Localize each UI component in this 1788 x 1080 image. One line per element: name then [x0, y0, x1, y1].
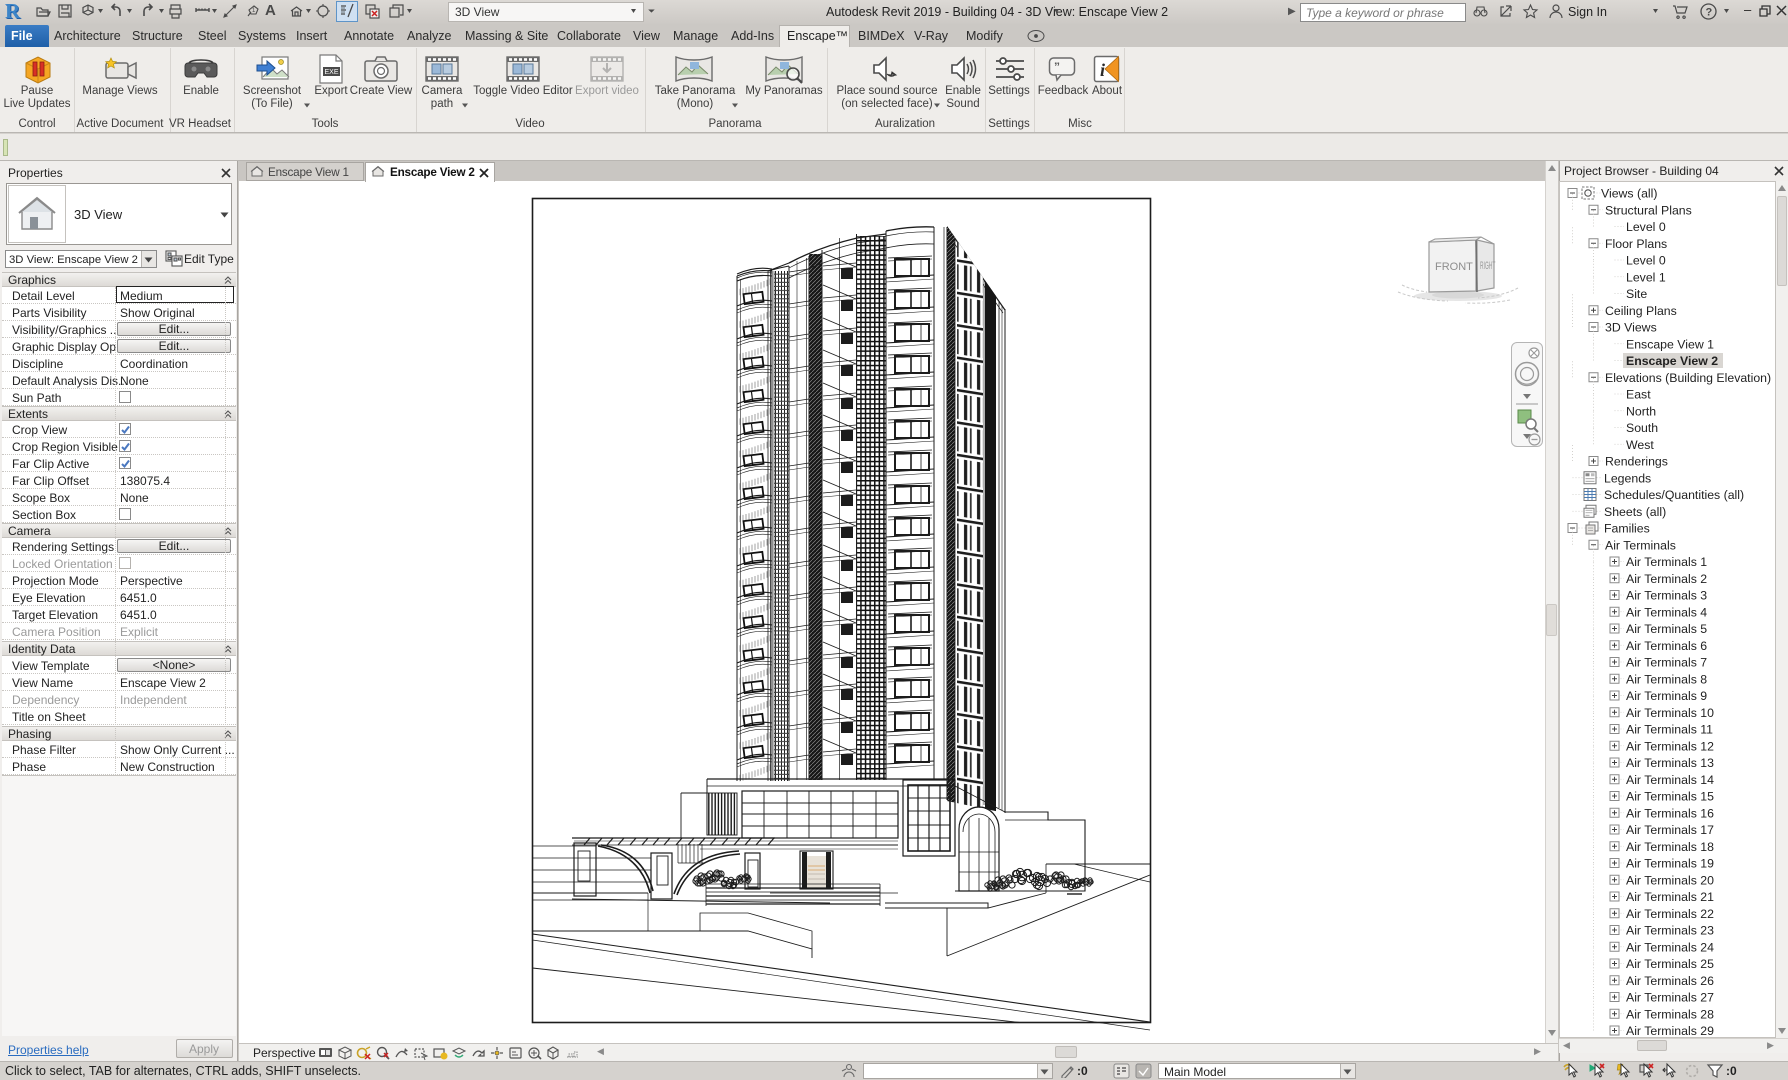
svg-text:1: 1: [252, 8, 256, 14]
svg-text:Air Terminals 21: Air Terminals 21: [1626, 890, 1714, 904]
svg-text:Air Terminals 26: Air Terminals 26: [1626, 974, 1714, 988]
svg-text:Enscape View 1: Enscape View 1: [1626, 337, 1714, 351]
svg-text:Air Terminals 16: Air Terminals 16: [1626, 806, 1714, 820]
svg-text:Views (all): Views (all): [1601, 187, 1658, 201]
svg-text:Air Terminals 27: Air Terminals 27: [1626, 991, 1714, 1005]
svg-text:Air Terminals 14: Air Terminals 14: [1626, 773, 1714, 787]
svg-text:West: West: [1626, 438, 1654, 452]
svg-text:FRONT: FRONT: [1435, 261, 1473, 273]
svg-text:Air Terminals 28: Air Terminals 28: [1626, 1007, 1714, 1021]
svg-text:Air Terminals 1: Air Terminals 1: [1626, 555, 1707, 569]
svg-text:Air Terminals 15: Air Terminals 15: [1626, 790, 1714, 804]
svg-text:Level 0: Level 0: [1626, 220, 1666, 234]
svg-text:South: South: [1626, 421, 1658, 435]
svg-text:Air Terminals 10: Air Terminals 10: [1626, 706, 1714, 720]
svg-text:Air Terminals: Air Terminals: [1605, 538, 1676, 552]
svg-text:Air Terminals 20: Air Terminals 20: [1626, 873, 1714, 887]
svg-text:i: i: [1100, 60, 1105, 80]
svg-text:Site: Site: [1626, 287, 1647, 301]
svg-text:3D Views: 3D Views: [1605, 321, 1657, 335]
svg-text:Elevations (Building Elevation: Elevations (Building Elevation): [1605, 371, 1771, 385]
svg-text:Schedules/Quantities (all): Schedules/Quantities (all): [1604, 488, 1744, 502]
svg-text:Floor Plans: Floor Plans: [1605, 237, 1667, 251]
svg-text:Air Terminals 29: Air Terminals 29: [1626, 1024, 1714, 1038]
svg-text:Air Terminals 24: Air Terminals 24: [1626, 940, 1714, 954]
svg-text:Air Terminals 19: Air Terminals 19: [1626, 857, 1714, 871]
svg-text:Air Terminals 3: Air Terminals 3: [1626, 589, 1707, 603]
svg-text:Sheets (all): Sheets (all): [1604, 505, 1666, 519]
svg-text:Families: Families: [1604, 522, 1650, 536]
svg-text:Air Terminals 4: Air Terminals 4: [1626, 605, 1707, 619]
svg-text:Air Terminals 22: Air Terminals 22: [1626, 907, 1714, 921]
svg-text:Legends: Legends: [1604, 471, 1651, 485]
svg-text:Air Terminals 17: Air Terminals 17: [1626, 823, 1714, 837]
svg-text:Air Terminals 6: Air Terminals 6: [1626, 639, 1707, 653]
svg-text:Air Terminals 12: Air Terminals 12: [1626, 739, 1714, 753]
svg-text:Air Terminals 7: Air Terminals 7: [1626, 656, 1707, 670]
svg-text:Air Terminals 18: Air Terminals 18: [1626, 840, 1714, 854]
svg-text:Renderings: Renderings: [1605, 455, 1668, 469]
svg-text:North: North: [1626, 404, 1656, 418]
svg-text:Air Terminals 9: Air Terminals 9: [1626, 689, 1707, 703]
svg-text:Ceiling Plans: Ceiling Plans: [1605, 304, 1677, 318]
svg-text:Enscape View 2: Enscape View 2: [1626, 354, 1718, 368]
svg-text:Level 0: Level 0: [1626, 254, 1666, 268]
svg-text:Air Terminals 11: Air Terminals 11: [1626, 723, 1713, 737]
svg-text:EXE: EXE: [325, 69, 339, 76]
svg-text:R: R: [5, 1, 21, 23]
svg-text:Air Terminals 2: Air Terminals 2: [1626, 572, 1707, 586]
svg-text:Structural Plans: Structural Plans: [1605, 203, 1692, 217]
svg-text:Air Terminals 23: Air Terminals 23: [1626, 924, 1714, 938]
svg-text:Air Terminals 8: Air Terminals 8: [1626, 672, 1707, 686]
svg-text:RIGHT: RIGHT: [1480, 259, 1495, 272]
svg-text:”: ”: [1054, 60, 1060, 74]
svg-text:Air Terminals 5: Air Terminals 5: [1626, 622, 1707, 636]
svg-text:Air Terminals 13: Air Terminals 13: [1626, 756, 1714, 770]
svg-text:?: ?: [1706, 7, 1713, 19]
svg-text:East: East: [1626, 388, 1651, 402]
svg-text:Level 1: Level 1: [1626, 270, 1666, 284]
svg-text:Air Terminals 25: Air Terminals 25: [1626, 957, 1714, 971]
